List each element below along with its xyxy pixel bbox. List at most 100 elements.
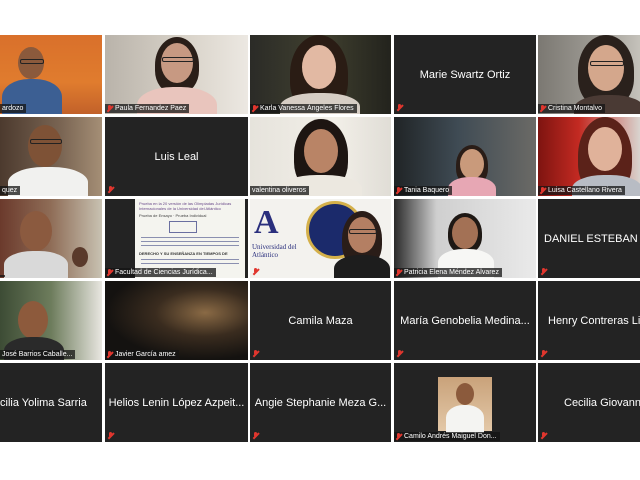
university-name: Universidad del Atlántico <box>252 243 297 259</box>
participant-video <box>105 281 248 360</box>
participant-video <box>250 35 391 114</box>
doc-logo <box>169 221 197 233</box>
participant-video <box>250 117 391 196</box>
muted-mic-icon <box>252 105 258 112</box>
shared-doc-body: DERECHO Y SU ENSEÑANZA EN TIEMPOS DE <box>139 251 228 256</box>
participant-tile[interactable]: Tania Baquero <box>394 117 536 196</box>
participant-name: valentina oliveros <box>252 187 307 194</box>
muted-mic-icon <box>396 187 402 194</box>
participant-name: Facultad de Ciencias Jurídica... <box>115 269 213 276</box>
participant-name: ardozo <box>2 105 24 112</box>
participant-tile[interactable]: María Genobelia Medina... <box>394 281 536 360</box>
participant-tile[interactable]: Luisa Castellano Rivera <box>538 117 640 196</box>
university-logo: A <box>254 204 279 241</box>
participant-tile[interactable]: Paula Fernandez Paez <box>105 35 248 114</box>
profile-photo <box>438 377 492 433</box>
participant-name: quez <box>2 187 18 194</box>
shared-doc-header: Prueba en la 20 versión de las Olimpiada… <box>139 201 232 211</box>
participant-tile[interactable]: Javier García amez <box>105 281 248 360</box>
muted-mic-icon <box>107 105 113 112</box>
participant-name-centered: Henry Contreras Lic <box>548 314 640 327</box>
participant-name-centered: DANIEL ESTEBAN M <box>544 232 640 245</box>
participant-name: Tania Baquero <box>404 187 450 194</box>
muted-mic-icon <box>396 269 402 276</box>
participant-video <box>0 117 102 196</box>
participant-tile[interactable]: quez <box>0 117 102 196</box>
participant-name-centered: cilia Yolima Sarria <box>0 396 87 409</box>
participant-name-label: Camilo Andrés Maiguel Don... <box>394 432 500 441</box>
participant-name: Cristina Montalvo <box>548 105 603 112</box>
participant-name-label: Facultad de Ciencias Jurídica... <box>105 268 216 277</box>
muted-mic-icon <box>397 350 403 357</box>
shared-doc-subhead: Prueba de Ensayo · Prueba Individual <box>139 213 207 218</box>
participant-tile[interactable]: DANIEL ESTEBAN M <box>538 199 640 278</box>
participant-name: Paula Fernandez Paez <box>115 105 187 112</box>
participant-video <box>538 35 640 114</box>
muted-mic-icon <box>108 432 114 439</box>
participant-name: José Barrios Caballe... <box>2 351 73 358</box>
muted-mic-icon <box>253 350 259 357</box>
participant-name-label: Javier García amez <box>105 350 179 359</box>
participant-name-label: Paula Fernandez Paez <box>105 104 190 113</box>
participant-tile[interactable]: Cristina Montalvo <box>538 35 640 114</box>
muted-mic-icon <box>540 105 546 112</box>
muted-mic-icon <box>541 350 547 357</box>
participant-name: Patricia Elena Méndez Alvarez <box>404 269 499 276</box>
muted-mic-icon <box>107 351 113 358</box>
participant-tile[interactable]: Camila Maza <box>250 281 391 360</box>
participant-video <box>0 35 102 114</box>
participant-name-label: Tania Baquero <box>394 186 453 195</box>
participant-tile[interactable]: A Universidad del Atlántico <box>250 199 391 278</box>
participant-name-label: Cristina Montalvo <box>538 104 606 113</box>
participant-name-centered: Marie Swartz Ortiz <box>419 68 511 81</box>
participant-tile[interactable]: Cecilia Giovanne <box>538 363 640 442</box>
participant-name-label: Luisa Castellano Rivera <box>538 186 625 195</box>
participant-name-label <box>0 275 5 277</box>
participant-tile[interactable]: Camilo Andrés Maiguel Don... <box>394 363 536 442</box>
participant-name-label: Karla Vanessa Ángeles Flores <box>250 104 357 113</box>
participant-video <box>394 363 536 442</box>
participant-name-centered: Luis Leal <box>154 150 199 163</box>
participant-video <box>394 199 536 278</box>
participant-tile[interactable]: Henry Contreras Lic <box>538 281 640 360</box>
participant-name: Karla Vanessa Ángeles Flores <box>260 105 354 112</box>
participant-tile[interactable]: Patricia Elena Méndez Alvarez <box>394 199 536 278</box>
participant-tile[interactable]: José Barrios Caballe... <box>0 281 102 360</box>
participant-name-centered: María Genobelia Medina... <box>400 314 530 327</box>
participant-tile[interactable]: Angie Stephanie Meza G... <box>250 363 391 442</box>
muted-mic-icon <box>541 268 547 275</box>
active-speaker-tile[interactable]: valentina oliveros <box>250 117 391 196</box>
participant-name-label: ardozo <box>0 104 27 113</box>
participant-video: A Universidad del Atlántico <box>250 199 391 278</box>
muted-mic-icon <box>397 104 403 111</box>
participant-name-label: Patricia Elena Méndez Alvarez <box>394 268 502 277</box>
participant-name: Luisa Castellano Rivera <box>548 187 622 194</box>
participant-tile[interactable]: Marie Swartz Ortiz <box>394 35 536 114</box>
participant-tile[interactable]: Helios Lenin López Azpeit... <box>105 363 248 442</box>
participant-tile[interactable]: Karla Vanessa Ángeles Flores <box>250 35 391 114</box>
participant-tile[interactable]: cilia Yolima Sarria <box>0 363 102 442</box>
participant-name-centered: Cecilia Giovanne <box>564 396 640 409</box>
muted-mic-icon <box>253 268 259 275</box>
muted-mic-icon <box>396 433 402 440</box>
participant-tile[interactable]: Luis Leal <box>105 117 248 196</box>
participant-video <box>105 35 248 114</box>
participant-video <box>538 117 640 196</box>
participant-name-centered: Angie Stephanie Meza G... <box>254 396 387 409</box>
participant-tile[interactable] <box>0 199 102 278</box>
muted-mic-icon <box>540 187 546 194</box>
participant-video <box>394 117 536 196</box>
participant-video <box>0 281 102 360</box>
muted-mic-icon <box>108 186 114 193</box>
participant-video <box>0 199 102 278</box>
participant-name-label: valentina oliveros <box>250 186 310 195</box>
video-grid: ardozo Paula Fernandez Paez Karla Vaness… <box>0 0 640 480</box>
participant-name-label: José Barrios Caballe... <box>0 350 76 359</box>
participant-tile[interactable]: ardozo <box>0 35 102 114</box>
participant-name-label: quez <box>0 186 21 195</box>
participant-tile[interactable]: Prueba en la 20 versión de las Olimpiada… <box>105 199 248 278</box>
shared-document: Prueba en la 20 versión de las Olimpiada… <box>135 199 245 278</box>
participant-name-centered: Camila Maza <box>288 314 353 327</box>
muted-mic-icon <box>107 269 113 276</box>
muted-mic-icon <box>253 432 259 439</box>
